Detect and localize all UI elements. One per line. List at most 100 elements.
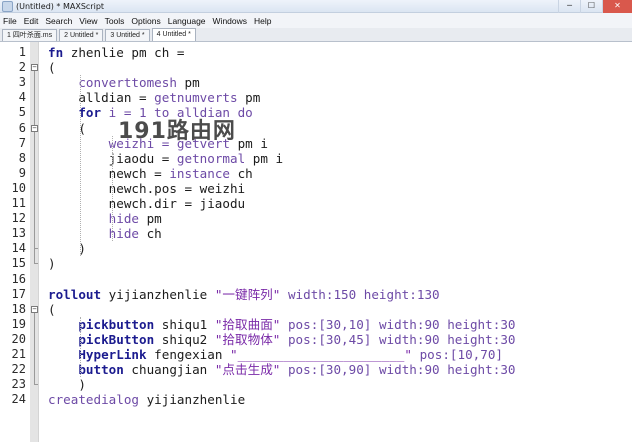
indent-guide — [112, 135, 113, 242]
code-line[interactable]: createdialog yijianzhenlie — [48, 392, 245, 407]
code-token: button — [78, 362, 124, 378]
line-number: 7 — [18, 135, 26, 150]
code-line[interactable]: newch.pos = weizhi — [48, 181, 245, 196]
code-token: height: — [439, 331, 501, 347]
code-token: ch — [230, 165, 253, 181]
fold-end-marker — [34, 248, 38, 250]
indent-guide — [80, 316, 81, 378]
code-token: zhenlie pm ch = — [63, 45, 185, 60]
code-token: converttomesh — [78, 75, 177, 91]
menu-file[interactable]: File — [3, 16, 17, 26]
fold-end-marker — [34, 263, 38, 265]
tab-4-active[interactable]: 4 Untitled * — [151, 28, 196, 41]
code-token: width: — [280, 286, 334, 302]
fold-toggle-icon[interactable]: − — [31, 305, 38, 313]
menu-options[interactable]: Options — [131, 16, 160, 26]
window-title: (Untitled) * MAXScript — [16, 2, 105, 11]
tab-1[interactable]: 1 四叶杀面.ms — [2, 29, 58, 41]
menu-edit[interactable]: Edit — [24, 16, 39, 26]
code-token: 150 — [333, 286, 357, 302]
code-line[interactable]: ( — [48, 302, 56, 317]
code-token: alldian = — [48, 90, 155, 106]
code-line[interactable]: ) — [48, 256, 56, 271]
line-number: 22 — [11, 362, 26, 377]
line-number: 6 — [18, 120, 26, 135]
code-token: 90 — [424, 331, 440, 347]
code-token: shiqu2 — [154, 331, 215, 347]
line-number: 11 — [11, 196, 26, 210]
code-line[interactable]: rollout yijianzhenlie "一键阵列" width:150 h… — [48, 287, 440, 302]
line-number: 14 — [11, 241, 26, 256]
fold-toggle-icon[interactable]: − — [31, 64, 38, 72]
code-token: newch.pos = weizhi — [48, 180, 246, 196]
tab-2[interactable]: 2 Untitled * — [59, 29, 104, 41]
code-token: getnumverts — [154, 90, 238, 106]
line-number: 2 — [18, 60, 26, 75]
line-number: 15 — [11, 256, 26, 271]
code-line[interactable]: pickbutton shiqu1 "拾取曲面" pos:[30,10] wid… — [48, 317, 515, 332]
code-token: ( — [48, 301, 56, 317]
code-token: pos: — [280, 316, 319, 332]
line-number: 24 — [11, 392, 26, 407]
code-token: pm — [139, 211, 162, 227]
line-number: 16 — [11, 271, 26, 286]
code-token: [10,70] — [449, 347, 503, 362]
close-button[interactable]: ✕ — [602, 0, 632, 13]
line-number: 20 — [11, 331, 26, 346]
code-editor[interactable]: 1 2 3 4 5 6 7 8 9 10 11 12 13 14 15 16 17 18 19 20 21 22 23 24 … — [0, 42, 632, 442]
code-line[interactable]: newch.dir = jiaodu — [48, 196, 245, 211]
line-number: 9 — [18, 165, 26, 180]
code-token: "一键阵列" — [214, 286, 281, 302]
code-line[interactable]: hide pm — [48, 211, 162, 226]
line-number: 21 — [11, 347, 26, 361]
menu-search[interactable]: Search — [45, 16, 72, 26]
code-token: 90 — [424, 362, 440, 378]
code-token: pm i — [245, 150, 284, 166]
tab-3[interactable]: 3 Untitled * — [105, 29, 150, 41]
fold-toggle-icon[interactable]: − — [31, 124, 38, 132]
menu-tools[interactable]: Tools — [105, 16, 125, 26]
code-token: pickbutton — [78, 316, 155, 332]
line-number: 5 — [18, 105, 26, 120]
code-token: [30,10] — [318, 316, 372, 332]
code-token: chuangjian — [123, 362, 215, 378]
line-number: 8 — [18, 150, 26, 165]
fold-guide-line — [34, 131, 35, 249]
maximize-button[interactable]: ☐ — [580, 0, 602, 13]
code-token: width: — [371, 331, 425, 347]
code-line[interactable]: fn zhenlie pm ch = — [48, 45, 185, 60]
code-token: newch.dir = jiaodu — [48, 196, 246, 211]
code-line[interactable]: ) — [48, 377, 86, 392]
code-token: fengexian — [146, 347, 230, 362]
code-token: for — [78, 105, 102, 121]
code-line[interactable]: newch = instance ch — [48, 166, 253, 181]
code-line[interactable]: button chuangjian "点击生成" pos:[30,90] wid… — [48, 362, 515, 377]
minimize-button[interactable]: ─ — [558, 0, 580, 13]
code-token: hide — [108, 211, 140, 227]
menu-view[interactable]: View — [79, 16, 97, 26]
code-token: pos: — [280, 362, 319, 378]
line-number: 13 — [11, 226, 26, 241]
code-line[interactable]: hide ch — [48, 226, 162, 241]
code-token: height: — [356, 286, 417, 302]
code-line[interactable]: converttomesh pm — [48, 75, 199, 91]
code-token: HyperLink — [78, 347, 147, 362]
code-token: pm — [237, 90, 261, 106]
code-token: hide — [108, 226, 140, 242]
window-controls: ─ ☐ ✕ — [558, 0, 632, 13]
menu-windows[interactable]: Windows — [213, 16, 247, 26]
line-number: 10 — [11, 180, 26, 195]
code-line[interactable]: ( — [48, 60, 56, 75]
code-token: fn — [48, 45, 64, 60]
menu-help[interactable]: Help — [254, 16, 271, 26]
code-line[interactable]: jiaodu = getnormal pm i — [48, 151, 283, 166]
code-token: 30 — [500, 331, 516, 347]
menu-language[interactable]: Language — [168, 16, 206, 26]
code-line[interactable]: HyperLink fengexian "___________________… — [48, 347, 503, 362]
code-token: [30,90] — [318, 362, 372, 378]
code-token: ) — [48, 256, 56, 272]
code-line[interactable]: pickButton shiqu2 "拾取物体" pos:[30,45] wid… — [48, 332, 515, 347]
